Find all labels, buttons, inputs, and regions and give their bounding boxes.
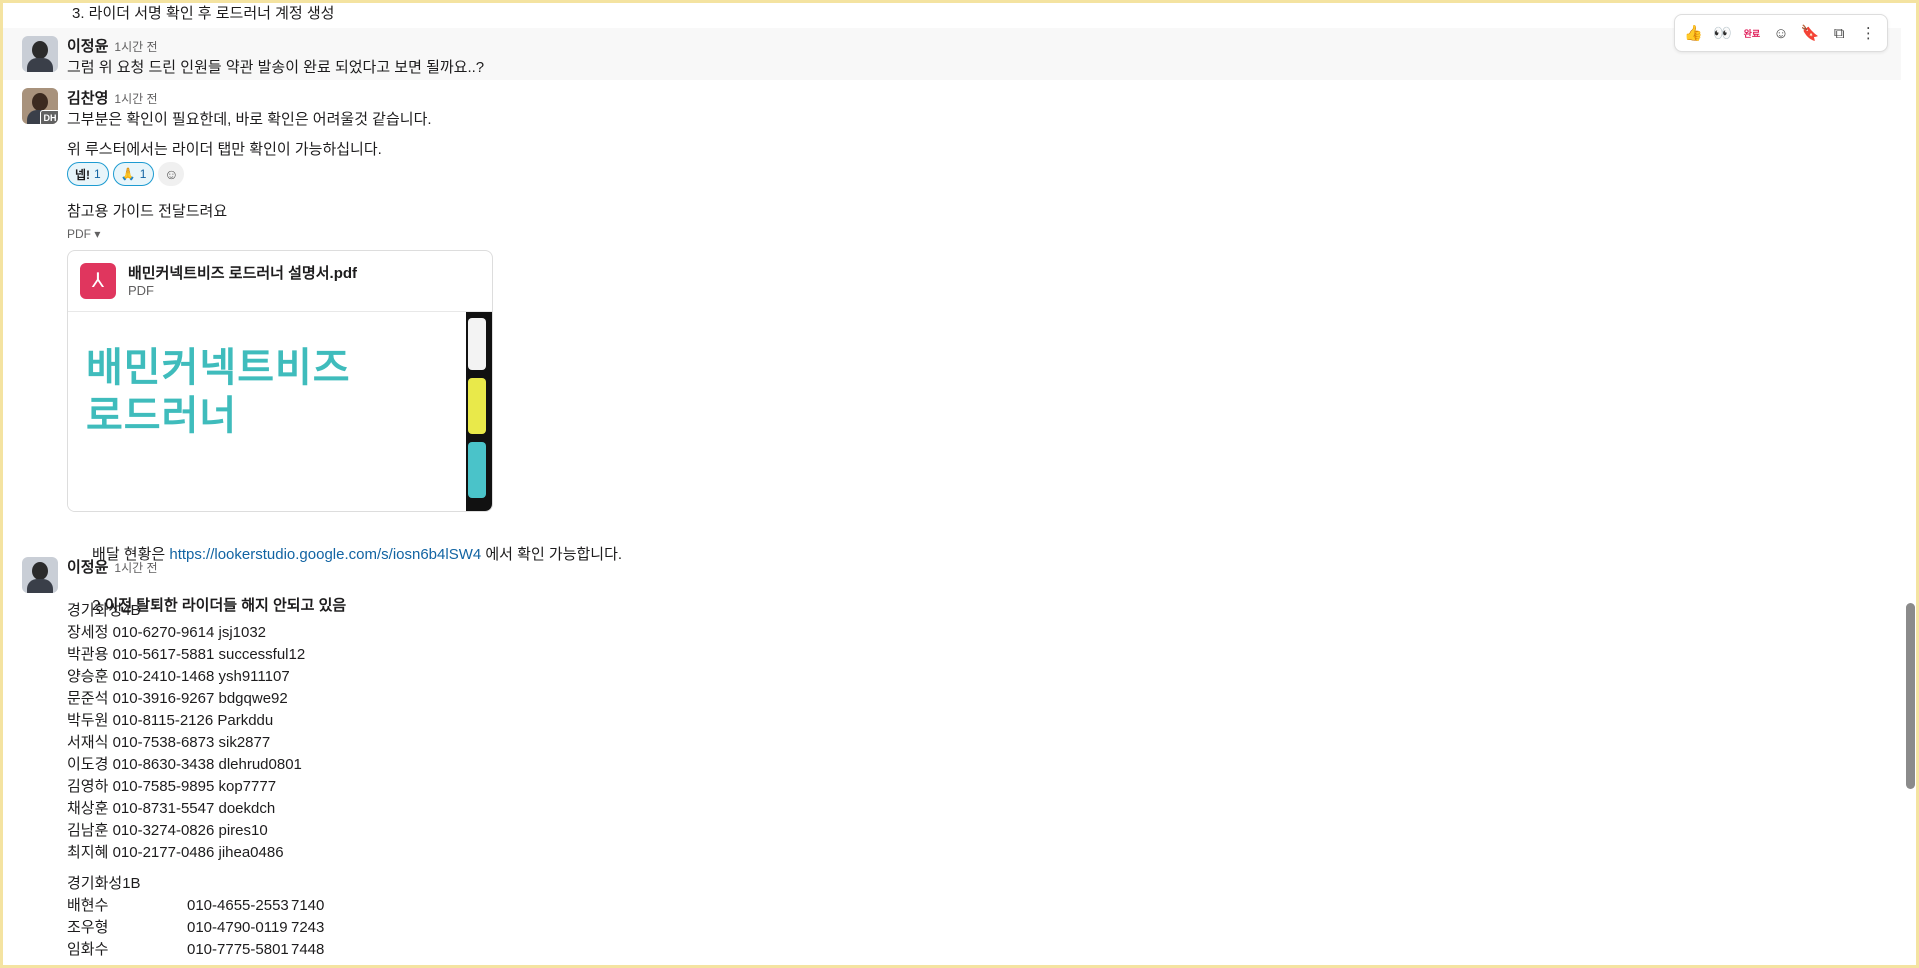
done-icon[interactable]: 완료 [1740,21,1764,45]
preview-title: 배민커넥트비즈 로드러너 [86,346,351,438]
message-text: 그부분은 확인이 필요한데, 바로 확인은 어려울것 같습니다. [67,111,432,128]
message-author[interactable]: 이정윤 1시간 전 [67,35,158,56]
rider-line: 양승훈 010-2410-1468 ysh911107 [67,668,290,685]
message-actions-toolbar: 👍 👀 완료 ☺ 🔖 ⧉ ⋮ [1674,14,1888,52]
vertical-scrollbar[interactable] [1906,603,1915,789]
message-timestamp[interactable]: 1시간 전 [114,40,157,54]
message-item[interactable]: 이정윤 1시간 전 2.이전 탈퇴한 라이더들 해지 안되고 있음 경기화성4B … [0,553,1901,968]
thumbs-up-icon[interactable]: 👍 [1682,21,1706,45]
pdf-icon: ⅄ [80,263,116,299]
message-item[interactable]: 이정윤 1시간 전 그럼 위 요청 드린 인원들 약관 발송이 완료 되었다고 보… [0,28,1901,80]
group-label: 경기화성1B [67,875,141,892]
eyes-icon[interactable]: 👀 [1711,21,1735,45]
more-icon[interactable]: ⋮ [1856,21,1880,45]
reply-thread-icon[interactable]: ⧉ [1827,21,1851,45]
preview-phone-strip [466,312,492,511]
file-type: PDF [128,283,154,298]
message-item[interactable]: DH 김찬영 1시간 전 그부분은 확인이 필요한데, 바로 확인은 어려울것 같… [0,80,1901,563]
message-author[interactable]: 이정윤 1시간 전 [67,556,158,577]
bookmark-icon[interactable]: 🔖 [1798,21,1822,45]
reaction-pill[interactable]: 넵! 1 [67,162,109,186]
reaction-pill[interactable]: 🙏 1 [112,162,155,186]
message-timestamp[interactable]: 1시간 전 [114,561,157,575]
file-attachment-card[interactable]: ⅄ 배민커넥트비즈 로드러너 설명서.pdf PDF 배민커넥트비즈 로드러너 [67,250,493,512]
reactions-bar: 넵! 1 🙏 1 ☺ [67,162,185,186]
avatar[interactable] [22,557,58,593]
file-preview[interactable]: 배민커넥트비즈 로드러너 [68,311,492,511]
rider-line: 최지혜 010-2177-0486 jihea0486 [67,844,284,861]
rider-line: 김영하 010-7585-9895 kop7777 [67,778,277,795]
rider-line: 채상훈 010-8731-5547 doekdch [67,800,276,817]
truncated-previous-line: 3. 라이더 서명 확인 후 로드러너 계정 생성 [72,5,335,22]
message-text: 그럼 위 요청 드린 인원들 약관 발송이 완료 되었다고 보면 될까요..? [67,59,485,76]
avatar[interactable]: DH [22,88,58,124]
rider-row: 임화수 010-7775-5801 7448 [67,941,325,958]
add-reaction-icon[interactable]: ☺ [1769,21,1793,45]
message-list[interactable]: 3. 라이더 서명 확인 후 로드러너 계정 생성 이정윤 1시간 전 그럼 위 … [0,0,1901,968]
message-text: 참고용 가이드 전달드려요 [67,203,228,220]
rider-row: 배현수 010-4655-2553 7140 [67,897,325,914]
message-timestamp[interactable]: 1시간 전 [114,92,157,106]
rider-line: 박두원 010-8115-2126 Parkddu [67,712,274,729]
rider-row: 조우형 010-4790-0119 7243 [67,919,325,936]
rider-line: 이도경 010-8630-3438 dlehrud0801 [67,756,302,773]
avatar-badge: DH [40,110,58,124]
rider-line: 김남훈 010-3274-0826 pires10 [67,822,268,839]
avatar[interactable] [22,36,58,72]
file-name[interactable]: 배민커넥트비즈 로드러너 설명서.pdf [128,262,357,283]
message-text: 위 루스터에서는 라이더 탭만 확인이 가능하십니다. [67,141,382,158]
add-reaction-icon[interactable]: ☺ [158,162,185,186]
attachment-toggle[interactable]: PDF ▾ [67,227,100,241]
rider-line: 서재식 010-7538-6873 sik2877 [67,734,271,751]
message-author[interactable]: 김찬영 1시간 전 [67,87,158,108]
rider-line: 장세정 010-6270-9614 jsj1032 [67,624,267,641]
rider-line: 문준석 010-3916-9267 bdgqwe92 [67,690,288,707]
group-label: 경기화성4B [67,602,141,619]
rider-line: 박관용 010-5617-5881 successful12 [67,646,306,663]
